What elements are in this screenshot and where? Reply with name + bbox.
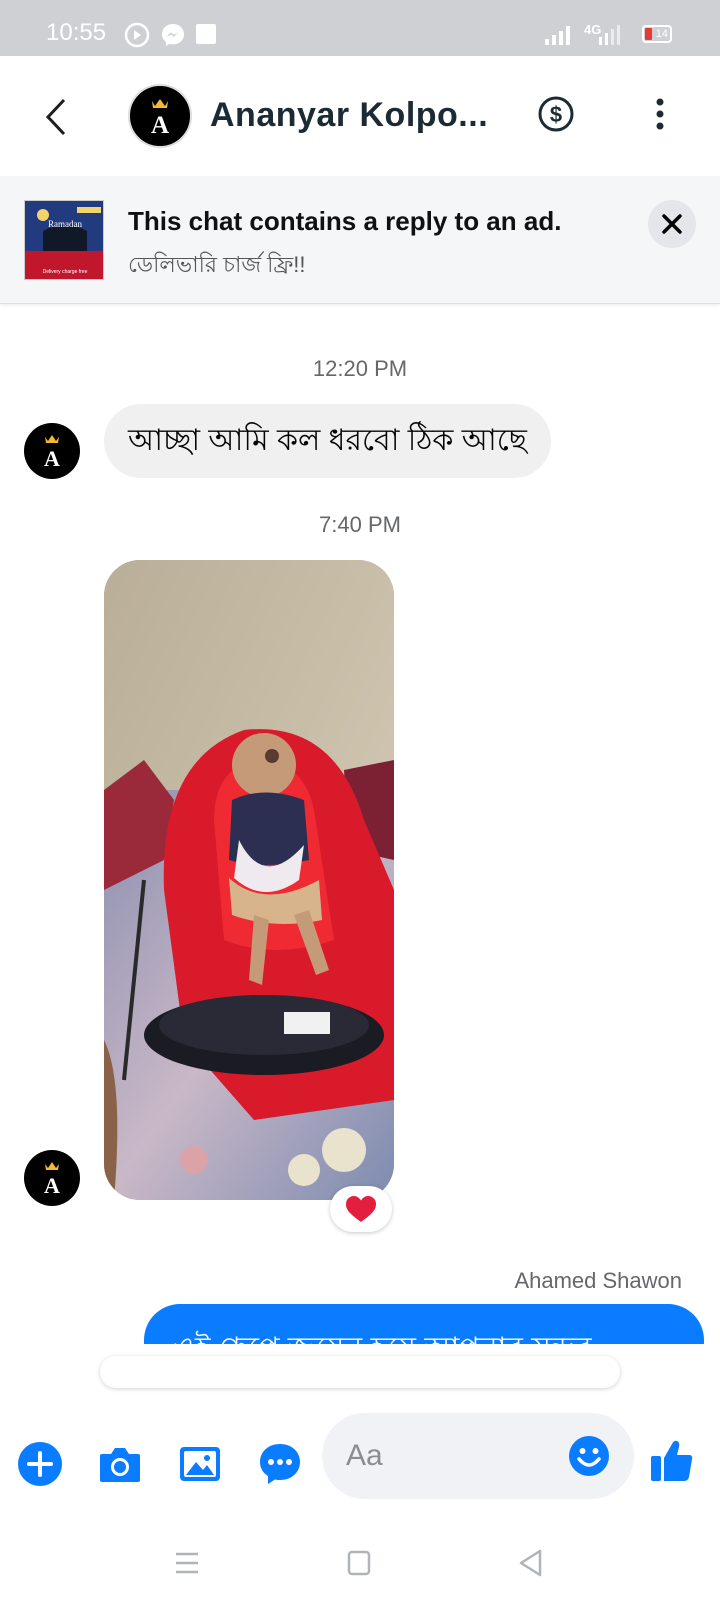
scroll-indicator[interactable] <box>100 1356 620 1388</box>
chat-bubble-icon[interactable] <box>256 1440 304 1488</box>
svg-text:$: $ <box>550 102 562 127</box>
message-timestamp: 12:20 PM <box>312 356 408 381</box>
ad-reply-banner[interactable]: Ramadan Delivery charge free This chat c… <box>0 176 720 304</box>
message-timestamp: 7:40 PM <box>319 512 401 537</box>
close-icon <box>662 214 682 234</box>
svg-text:A: A <box>44 446 60 471</box>
ad-banner-subtitle: ডেলিভারি চার্জ ফ্রি!! <box>128 252 306 277</box>
chat-title[interactable]: Ananyar Kolpo... <box>210 96 488 135</box>
emoji-icon[interactable] <box>568 1435 610 1477</box>
battery-icon: 14 <box>642 25 672 43</box>
svg-text:Ramadan: Ramadan <box>48 219 82 229</box>
photo-message[interactable] <box>104 560 394 1200</box>
menu-icon[interactable] <box>172 1548 202 1578</box>
svg-text:A: A <box>44 1173 60 1198</box>
chat-header: A Ananyar Kolpo... $ <box>0 56 720 176</box>
dollar-icon[interactable]: $ <box>536 94 576 134</box>
svg-text:A: A <box>151 112 169 139</box>
ad-banner-title: This chat contains a reply to an ad. <box>128 206 562 236</box>
like-icon[interactable] <box>648 1436 696 1484</box>
incoming-message-bubble[interactable]: আচ্ছা আমি কল ধরবো ঠিক আছে <box>104 404 551 478</box>
signal-icon <box>545 26 570 45</box>
message-composer: Aa <box>0 1400 720 1520</box>
gallery-icon[interactable] <box>176 1440 224 1488</box>
status-bar: 10:55 4G 14 <box>0 0 720 56</box>
ad-thumbnail[interactable]: Ramadan Delivery charge free <box>24 200 104 280</box>
system-nav-bar <box>0 1520 720 1600</box>
message-input-placeholder: Aa <box>346 1439 383 1472</box>
outgoing-message-bubble[interactable]: এই গ্রুপে জয়েন হয়ে আপনার সুন্দর <box>144 1304 704 1344</box>
outgoing-message-text: এই গ্রুপে জয়েন হয়ে আপনার সুন্দর <box>172 1324 592 1344</box>
back-nav-icon[interactable] <box>516 1548 546 1578</box>
home-icon[interactable] <box>344 1548 374 1578</box>
contact-avatar[interactable]: A <box>128 84 192 148</box>
sender-name: Ahamed Shawon <box>514 1268 682 1293</box>
add-icon[interactable] <box>16 1440 64 1488</box>
messenger-icon <box>162 24 184 46</box>
sender-avatar[interactable]: A <box>24 423 80 479</box>
heart-icon <box>346 1196 376 1222</box>
square-icon <box>196 24 216 44</box>
message-input[interactable]: Aa <box>322 1413 634 1499</box>
ad-close-button[interactable] <box>648 200 696 248</box>
signal-icon-2 <box>599 25 620 45</box>
heart-reaction[interactable] <box>330 1186 392 1232</box>
sender-avatar[interactable]: A <box>24 1150 80 1206</box>
svg-text:Delivery charge free: Delivery charge free <box>43 269 88 275</box>
back-icon[interactable] <box>36 92 76 142</box>
more-icon[interactable] <box>646 94 674 134</box>
media-icon <box>124 22 150 48</box>
status-time: 10:55 <box>46 19 107 46</box>
camera-icon[interactable] <box>96 1440 144 1488</box>
